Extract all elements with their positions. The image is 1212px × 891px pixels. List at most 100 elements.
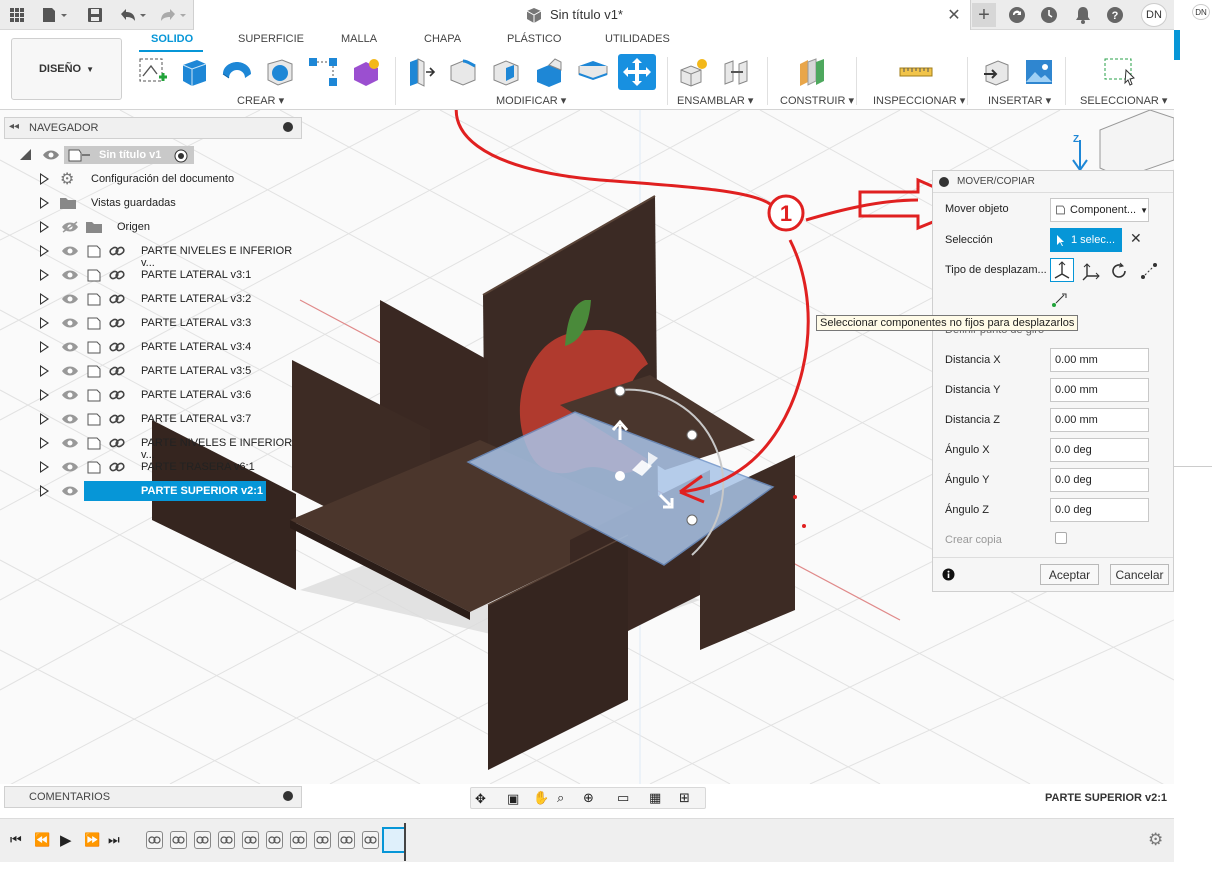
file-menu-icon[interactable] xyxy=(40,4,70,26)
timeline-feature[interactable] xyxy=(314,831,331,849)
collapsed-triangle-icon[interactable] xyxy=(40,341,49,353)
visibility-eye-icon[interactable] xyxy=(61,317,79,329)
tree-item[interactable]: PARTE NIVELES E INFERIOR v... xyxy=(0,432,302,461)
group-seleccionar-label[interactable]: SELECCIONAR ▾ xyxy=(1080,94,1167,107)
joint-icon[interactable] xyxy=(721,56,753,88)
tree-item[interactable]: PARTE LATERAL v3:1 xyxy=(0,264,302,286)
new-tab-button[interactable]: + xyxy=(972,3,996,27)
timeline-feature[interactable] xyxy=(194,831,211,849)
collapsed-triangle-icon[interactable] xyxy=(40,245,49,257)
insert-canvas-image-icon[interactable] xyxy=(1023,56,1055,88)
rotate-type-icon[interactable] xyxy=(1109,261,1129,284)
new-component-icon[interactable] xyxy=(678,56,710,88)
tree-item[interactable]: Origen xyxy=(0,216,302,238)
tab-malla[interactable]: MALLA xyxy=(341,33,377,45)
timeline-feature[interactable] xyxy=(338,831,355,849)
orbit-icon[interactable]: ✥ xyxy=(475,791,486,807)
distance-z-input[interactable]: 0.00 mm xyxy=(1050,408,1149,432)
group-ensamblar-label[interactable]: ENSAMBLAR ▾ xyxy=(677,94,753,107)
close-tab-icon[interactable]: ✕ xyxy=(944,4,964,26)
tree-item[interactable]: PARTE LATERAL v3:6 xyxy=(0,384,302,406)
visibility-eye-icon[interactable] xyxy=(61,461,79,473)
visibility-eye-icon[interactable] xyxy=(61,245,79,257)
insert-derive-icon[interactable] xyxy=(980,56,1012,88)
timeline-first-icon[interactable]: ⏮ xyxy=(10,832,22,848)
timeline-play-icon[interactable]: ▶ xyxy=(60,831,72,849)
workspace-switcher-button[interactable]: DISEÑO ▼ xyxy=(11,38,122,100)
group-crear-label[interactable]: CREAR ▾ xyxy=(237,94,284,107)
visibility-eye-icon[interactable] xyxy=(61,389,79,401)
collapse-panel-icon[interactable] xyxy=(283,122,293,132)
user-avatar[interactable]: DN xyxy=(1141,3,1167,27)
timeline-feature[interactable] xyxy=(170,831,187,849)
visibility-hidden-icon[interactable] xyxy=(61,221,79,233)
translate-type-icon[interactable] xyxy=(1081,261,1101,284)
collapsed-triangle-icon[interactable] xyxy=(40,413,49,425)
zoom-icon[interactable]: ⌕ xyxy=(557,790,564,806)
collapsed-triangle-icon[interactable] xyxy=(40,461,49,473)
angle-z-input[interactable]: 0.0 deg xyxy=(1050,498,1149,522)
undo-icon[interactable] xyxy=(116,4,150,26)
distance-y-input[interactable]: 0.00 mm xyxy=(1050,378,1149,402)
redo-icon[interactable] xyxy=(156,4,190,26)
tree-item[interactable]: PARTE SUPERIOR v2:1 xyxy=(0,480,302,502)
crear-copia-checkbox[interactable] xyxy=(1055,532,1067,544)
add-comment-icon[interactable] xyxy=(283,791,293,801)
tree-item[interactable]: Vistas guardadas xyxy=(0,192,302,214)
point-to-point-type-icon[interactable] xyxy=(1139,261,1159,284)
job-status-clock-icon[interactable] xyxy=(1038,4,1060,26)
accept-button[interactable]: Aceptar xyxy=(1040,564,1099,585)
visibility-eye-icon[interactable] xyxy=(61,341,79,353)
revolve-icon[interactable] xyxy=(220,56,252,88)
group-modificar-label[interactable]: MODIFICAR ▾ xyxy=(496,94,566,107)
timeline-feature[interactable] xyxy=(242,831,259,849)
sphere-cylinder-icon[interactable] xyxy=(264,56,296,88)
tree-item[interactable]: PARTE NIVELES E INFERIOR v... xyxy=(0,240,302,269)
timeline-next-icon[interactable]: ⏩ xyxy=(84,832,100,848)
viewports-icon[interactable]: ⊞ xyxy=(679,790,690,806)
collapse-chevrons-icon[interactable]: ◂◂ xyxy=(9,121,19,132)
timeline-feature[interactable] xyxy=(362,831,379,849)
timeline-feature-current[interactable] xyxy=(382,827,406,853)
collapsed-triangle-icon[interactable] xyxy=(40,269,49,281)
tree-item[interactable]: PARTE LATERAL v3:5 xyxy=(0,360,302,382)
tree-item[interactable]: PARTE LATERAL v3:3 xyxy=(0,312,302,334)
collapsed-triangle-icon[interactable] xyxy=(40,389,49,401)
display-settings-icon[interactable]: ▭ xyxy=(617,790,629,806)
timeline-marker[interactable] xyxy=(404,823,406,861)
shell-icon[interactable] xyxy=(533,56,565,88)
apps-grid-icon[interactable] xyxy=(6,4,28,26)
timeline-feature[interactable] xyxy=(290,831,307,849)
cancel-button[interactable]: Cancelar xyxy=(1110,564,1169,585)
timeline-feature[interactable] xyxy=(146,831,163,849)
group-construir-label[interactable]: CONSTRUIR ▾ xyxy=(780,94,854,107)
free-move-type-button[interactable] xyxy=(1050,258,1074,282)
collapsed-triangle-icon[interactable] xyxy=(40,365,49,377)
tree-item[interactable]: PARTE LATERAL v3:2 xyxy=(0,288,302,310)
fillet-icon[interactable] xyxy=(447,56,479,88)
offset-plane-icon[interactable] xyxy=(796,56,828,88)
tree-item[interactable]: PARTE LATERAL v3:4 xyxy=(0,336,302,358)
tab-chapa[interactable]: CHAPA xyxy=(424,33,461,45)
window-select-icon[interactable] xyxy=(1102,56,1138,88)
sync-icon[interactable] xyxy=(1006,4,1028,26)
mover-objeto-dropdown[interactable]: Component... ▼ xyxy=(1050,198,1149,222)
tab-plastico[interactable]: PLÁSTICO xyxy=(507,33,561,45)
timeline-last-icon[interactable]: ⏭ xyxy=(108,832,120,848)
tab-superficie[interactable]: SUPERFICIE xyxy=(238,33,304,45)
pan-hand-icon[interactable]: ✋ xyxy=(533,790,549,806)
group-insertar-label[interactable]: INSERTAR ▾ xyxy=(988,94,1051,107)
collapsed-triangle-icon[interactable] xyxy=(40,173,49,185)
collapsed-triangle-icon[interactable] xyxy=(40,221,49,233)
tree-item[interactable]: PARTE LATERAL v3:7 xyxy=(0,408,302,430)
dialog-header[interactable]: MOVER/COPIAR xyxy=(933,171,1173,193)
expanded-triangle-icon[interactable] xyxy=(20,149,31,160)
timeline-settings-gear-icon[interactable]: ⚙ xyxy=(1148,830,1163,850)
chamfer-icon[interactable] xyxy=(490,56,522,88)
active-radio-icon[interactable] xyxy=(174,149,188,163)
distance-x-input[interactable]: 0.00 mm xyxy=(1050,348,1149,372)
angle-y-input[interactable]: 0.0 deg xyxy=(1050,468,1149,492)
group-inspeccionar-label[interactable]: INSPECCIONAR ▾ xyxy=(873,94,965,107)
timeline-feature[interactable] xyxy=(218,831,235,849)
clear-selection-icon[interactable]: ✕ xyxy=(1130,230,1142,247)
